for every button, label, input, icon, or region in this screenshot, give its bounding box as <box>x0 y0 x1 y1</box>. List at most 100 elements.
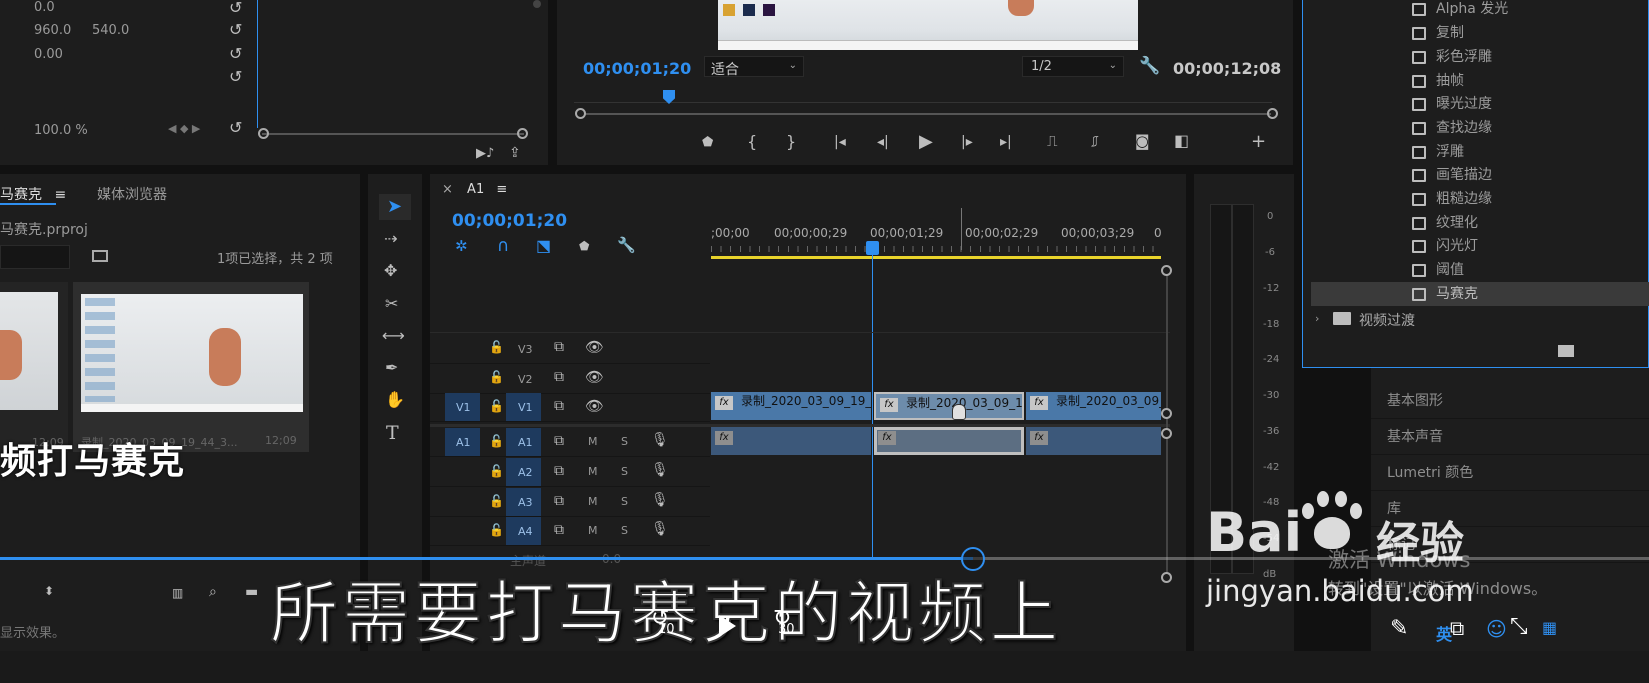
play-audio-icon[interactable]: ▶♪ <box>476 147 494 160</box>
folder-label[interactable]: 视频过渡 <box>1359 310 1415 330</box>
lift-icon[interactable]: ⎍ <box>1047 134 1058 149</box>
ripple-edit-tool-icon[interactable]: ✥ <box>384 263 397 279</box>
timeline-ruler[interactable]: ;00;00 00;00;00;29 00;00;01;29 00;00;02;… <box>711 208 1162 260</box>
smiley-icon[interactable]: ☺ <box>1486 619 1507 639</box>
fx-badge[interactable]: fx <box>715 396 733 410</box>
effect-item-solarize[interactable]: 曝光过度 <box>1412 92 1492 117</box>
new-bin-icon[interactable]: ▬ <box>245 585 258 599</box>
lock-icon[interactable]: 🔓 <box>489 465 504 477</box>
compare-view-icon[interactable]: ◧ <box>1174 133 1189 149</box>
audio-clip-1[interactable]: fx <box>711 427 871 455</box>
tab-essential-sound[interactable]: 基本声音 <box>1371 419 1649 455</box>
microphone-icon[interactable]: 🎙 <box>651 463 669 477</box>
sync-lock-icon[interactable]: ⧉ <box>554 523 564 537</box>
search-icon[interactable]: ⌕ <box>209 585 217 599</box>
timeline-playhead-marker[interactable] <box>866 241 879 255</box>
timeline-vscroll-handle[interactable] <box>1161 265 1172 276</box>
camera-icon[interactable]: ◙ <box>1135 134 1150 149</box>
wrench-icon[interactable]: 🔧 <box>617 238 636 253</box>
tab-lumetri-color[interactable]: Lumetri 颜色 <box>1371 455 1649 491</box>
resolution-select[interactable]: 1/2 ⌄ <box>1022 56 1124 77</box>
lock-icon[interactable]: 🔓 <box>489 524 504 536</box>
reset-icon[interactable]: ↺ <box>229 22 242 38</box>
selection-tool-icon[interactable]: ➤ <box>387 198 402 216</box>
program-zoom-handle-right[interactable] <box>1267 108 1278 119</box>
effect-item-texturize[interactable]: 纹理化 <box>1412 211 1478 236</box>
ec-zoom-handle-right[interactable] <box>517 128 528 139</box>
timeline-vscroll-handle[interactable] <box>1161 408 1172 419</box>
go-to-in-icon[interactable]: |◂ <box>834 135 846 149</box>
track-target-a2[interactable]: A2 <box>506 458 541 486</box>
project-item-thumb-2[interactable]: 录制_2020_03_09_19_44_3... 12;09 <box>73 282 309 452</box>
new-bin-icon[interactable] <box>1558 345 1574 357</box>
step-back-icon[interactable]: ◂| <box>877 135 889 149</box>
tab-essential-graphics[interactable]: 基本图形 <box>1371 383 1649 419</box>
fx-badge[interactable]: fx <box>715 431 733 445</box>
rewind-10-button[interactable]: ↺ 10 <box>651 606 683 640</box>
exit-fullscreen-icon[interactable]: ⤡ <box>1510 616 1528 638</box>
track-target-a1[interactable]: A1 <box>506 428 541 456</box>
fx-badge[interactable]: fx <box>880 398 898 412</box>
grid-icon[interactable]: ▦ <box>1542 620 1557 636</box>
tab-project[interactable]: 马赛克 ≡ <box>0 184 66 204</box>
sync-lock-icon[interactable]: ⧉ <box>554 370 564 384</box>
effect-item-threshold[interactable]: 阈值 <box>1412 258 1464 283</box>
ec-zoom-handle-left[interactable] <box>258 128 269 139</box>
lock-icon[interactable]: 🔓 <box>489 495 504 507</box>
track-select-tool-icon[interactable]: ⇢ <box>384 231 397 247</box>
fit-select[interactable]: 适合 ⌄ <box>704 56 804 78</box>
video-clip-1[interactable]: fx 录制_2020_03_09_19_4 <box>711 392 871 420</box>
marker-icon[interactable]: ⬟ <box>579 240 589 252</box>
audio-clip-3[interactable]: fx <box>1026 427 1161 455</box>
source-patch-a1[interactable]: A1 <box>445 428 480 456</box>
microphone-icon[interactable]: 🎙 <box>651 433 669 447</box>
sync-lock-icon[interactable]: ⧉ <box>554 340 564 354</box>
chevron-right-icon[interactable]: › <box>1315 313 1319 324</box>
program-current-timecode[interactable]: 00;00;01;20 <box>583 59 691 78</box>
timeline-vscroll-handle[interactable] <box>1161 572 1172 583</box>
fx-badge[interactable]: fx <box>1030 431 1048 445</box>
reset-icon[interactable]: ↺ <box>229 69 242 85</box>
ec-value[interactable]: 100.0 % <box>34 123 88 138</box>
mark-in-icon[interactable]: { <box>747 134 757 150</box>
add-marker-icon[interactable]: ⬟ <box>702 136 713 149</box>
video-clip-3[interactable]: fx 录制_2020_03_09_ <box>1026 392 1161 420</box>
timeline-vscroll-bar[interactable] <box>1166 270 1168 578</box>
solo-button[interactable]: S <box>621 465 628 478</box>
mute-button[interactable]: M <box>588 465 598 478</box>
mute-button[interactable]: M <box>588 524 598 537</box>
lock-icon[interactable]: 🔓 <box>489 435 504 447</box>
keyframe-nav[interactable]: ◀ ◆ ▶ <box>168 122 200 135</box>
sync-lock-icon[interactable]: ⧉ <box>554 399 564 413</box>
play-icon[interactable]: ▶ <box>919 133 933 151</box>
tab-menu-icon[interactable]: ≡ <box>54 187 66 203</box>
ec-value[interactable]: 0.00 <box>34 47 63 62</box>
ec-scrollbar[interactable] <box>533 0 541 8</box>
sync-lock-icon[interactable]: ⧉ <box>554 494 564 508</box>
program-zoom-bar[interactable] <box>585 113 1271 115</box>
track-target-a4[interactable]: A4 <box>506 517 541 545</box>
snap-icon[interactable]: ✲ <box>455 239 468 254</box>
solo-button[interactable]: S <box>621 524 628 537</box>
add-marker-icon[interactable]: ⬔ <box>536 238 551 254</box>
effect-item-brush-strokes[interactable]: 画笔描边 <box>1412 163 1492 188</box>
effect-item-replicate[interactable]: 复制 <box>1412 21 1464 46</box>
mute-button[interactable]: M <box>588 435 598 448</box>
effect-item-find-edges[interactable]: 查找边缘 <box>1412 116 1492 141</box>
microphone-icon[interactable]: 🎙 <box>651 493 669 507</box>
project-item-thumb-1[interactable]: 12:09 <box>0 282 68 452</box>
pen-tool-icon[interactable]: ✒ <box>385 360 398 376</box>
tab-media-browser[interactable]: 媒体浏览器 <box>97 184 167 204</box>
pip-icon[interactable]: ⧉ <box>1450 618 1464 638</box>
reset-icon[interactable]: ↺ <box>229 0 242 16</box>
add-button-icon[interactable]: + <box>1251 133 1266 151</box>
extract-icon[interactable]: ⎎ <box>1091 134 1099 149</box>
effect-item-strobe-light[interactable]: 闪光灯 <box>1412 234 1478 259</box>
sync-lock-icon[interactable]: ⧉ <box>554 464 564 478</box>
ec-value[interactable]: 960.0 <box>34 23 71 38</box>
go-to-out-icon[interactable]: ▸| <box>1000 135 1012 149</box>
fx-badge[interactable]: fx <box>1030 396 1048 410</box>
lock-icon[interactable]: 🔓 <box>489 371 504 383</box>
ec-value-2[interactable]: 540.0 <box>92 23 129 38</box>
step-forward-icon[interactable]: |▸ <box>961 135 973 149</box>
